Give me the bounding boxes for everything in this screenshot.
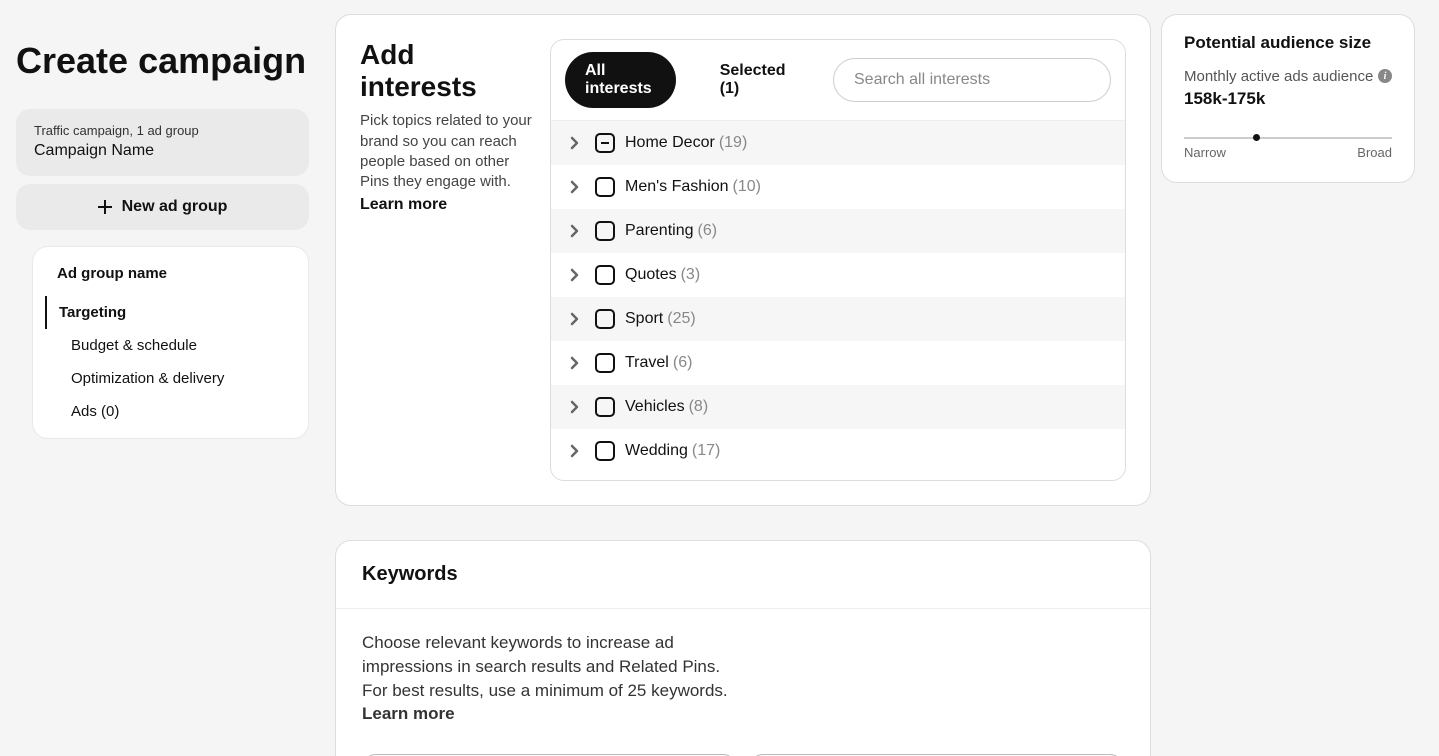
chevron-right-icon[interactable]	[565, 444, 585, 458]
keywords-panel: Keywords Choose relevant keywords to inc…	[335, 540, 1151, 756]
interest-checkbox[interactable]	[595, 133, 615, 153]
interest-checkbox[interactable]	[595, 353, 615, 373]
new-adgroup-label: New ad group	[122, 198, 228, 216]
interest-row: Parenting(6)	[551, 209, 1125, 253]
interest-label[interactable]: Vehicles(8)	[625, 398, 708, 416]
plus-icon	[98, 200, 112, 214]
interest-row: Sport(25)	[551, 297, 1125, 341]
interests-title: Add interests	[360, 39, 532, 103]
adgroup-nav-card: Ad group name Targeting Budget & schedul…	[32, 246, 309, 439]
interest-checkbox[interactable]	[595, 397, 615, 417]
audience-card: Potential audience size Monthly active a…	[1161, 14, 1415, 183]
interests-picker: All interests Selected (1) Home Decor(19…	[550, 39, 1126, 481]
chevron-right-icon[interactable]	[565, 268, 585, 282]
interest-label[interactable]: Wedding(17)	[625, 442, 720, 460]
interests-description: Pick topics related to your brand so you…	[360, 111, 532, 192]
interest-row: Vehicles(8)	[551, 385, 1125, 429]
tab-all-interests[interactable]: All interests	[565, 52, 676, 108]
nav-header: Ad group name	[33, 265, 308, 296]
campaign-meta: Traffic campaign, 1 ad group	[34, 123, 291, 138]
audience-value: 158k-175k	[1184, 89, 1373, 109]
interest-row: Wedding(17)	[551, 429, 1125, 473]
interests-intro: Add interests Pick topics related to you…	[360, 39, 550, 481]
keywords-learn-more-link[interactable]: Learn more	[362, 704, 455, 723]
left-sidebar: Create campaign Traffic campaign, 1 ad g…	[0, 0, 325, 756]
info-icon[interactable]: i	[1378, 69, 1392, 83]
interest-label[interactable]: Travel(6)	[625, 354, 692, 372]
audience-title: Potential audience size	[1184, 33, 1392, 53]
interest-label[interactable]: Home Decor(19)	[625, 134, 747, 152]
right-column: Potential audience size Monthly active a…	[1161, 0, 1439, 756]
campaign-card[interactable]: Traffic campaign, 1 ad group Campaign Na…	[16, 109, 309, 176]
interest-label[interactable]: Sport(25)	[625, 310, 696, 328]
campaign-name: Campaign Name	[34, 142, 291, 160]
chevron-right-icon[interactable]	[565, 224, 585, 238]
chevron-right-icon[interactable]	[565, 400, 585, 414]
new-adgroup-button[interactable]: New ad group	[16, 184, 309, 230]
interest-row: Quotes(3)	[551, 253, 1125, 297]
nav-item-ads[interactable]: Ads (0)	[47, 395, 308, 428]
interest-row: Home Decor(19)	[551, 121, 1125, 165]
slider-thumb[interactable]	[1253, 134, 1260, 141]
chevron-right-icon[interactable]	[565, 136, 585, 150]
keywords-body: Choose relevant keywords to increase ad …	[336, 609, 1150, 756]
interest-checkbox[interactable]	[595, 177, 615, 197]
interest-checkbox[interactable]	[595, 221, 615, 241]
keywords-header: Keywords	[336, 541, 1150, 609]
tab-selected-interests[interactable]: Selected (1)	[700, 52, 809, 108]
keywords-description: Choose relevant keywords to increase ad …	[362, 631, 742, 726]
interests-search-wrap	[833, 58, 1111, 102]
interests-learn-more-link[interactable]: Learn more	[360, 196, 447, 213]
interest-checkbox[interactable]	[595, 441, 615, 461]
chevron-right-icon[interactable]	[565, 312, 585, 326]
interest-row: Men's Fashion(10)	[551, 165, 1125, 209]
interest-label[interactable]: Men's Fashion(10)	[625, 178, 761, 196]
interests-tabs-row: All interests Selected (1)	[551, 40, 1125, 120]
interest-list[interactable]: Home Decor(19) Men's Fashion(10) Parenti…	[551, 120, 1125, 480]
audience-slider: Narrow Broad	[1184, 137, 1392, 160]
chevron-right-icon[interactable]	[565, 356, 585, 370]
interest-label[interactable]: Quotes(3)	[625, 266, 700, 284]
interest-checkbox[interactable]	[595, 265, 615, 285]
page-title: Create campaign	[16, 40, 309, 81]
interest-label[interactable]: Parenting(6)	[625, 222, 717, 240]
nav-item-optimization[interactable]: Optimization & delivery	[47, 362, 308, 395]
interest-checkbox[interactable]	[595, 309, 615, 329]
main-column: Add interests Pick topics related to you…	[325, 0, 1161, 756]
slider-label-narrow: Narrow	[1184, 145, 1226, 160]
nav-item-budget[interactable]: Budget & schedule	[47, 329, 308, 362]
audience-subtitle: Monthly active ads audience	[1184, 67, 1373, 87]
interest-row: Travel(6)	[551, 341, 1125, 385]
interests-panel: Add interests Pick topics related to you…	[335, 14, 1151, 506]
slider-track[interactable]	[1184, 137, 1392, 139]
slider-label-broad: Broad	[1357, 145, 1392, 160]
chevron-right-icon[interactable]	[565, 180, 585, 194]
interests-search-input[interactable]	[833, 58, 1111, 102]
nav-item-targeting[interactable]: Targeting	[45, 296, 308, 329]
